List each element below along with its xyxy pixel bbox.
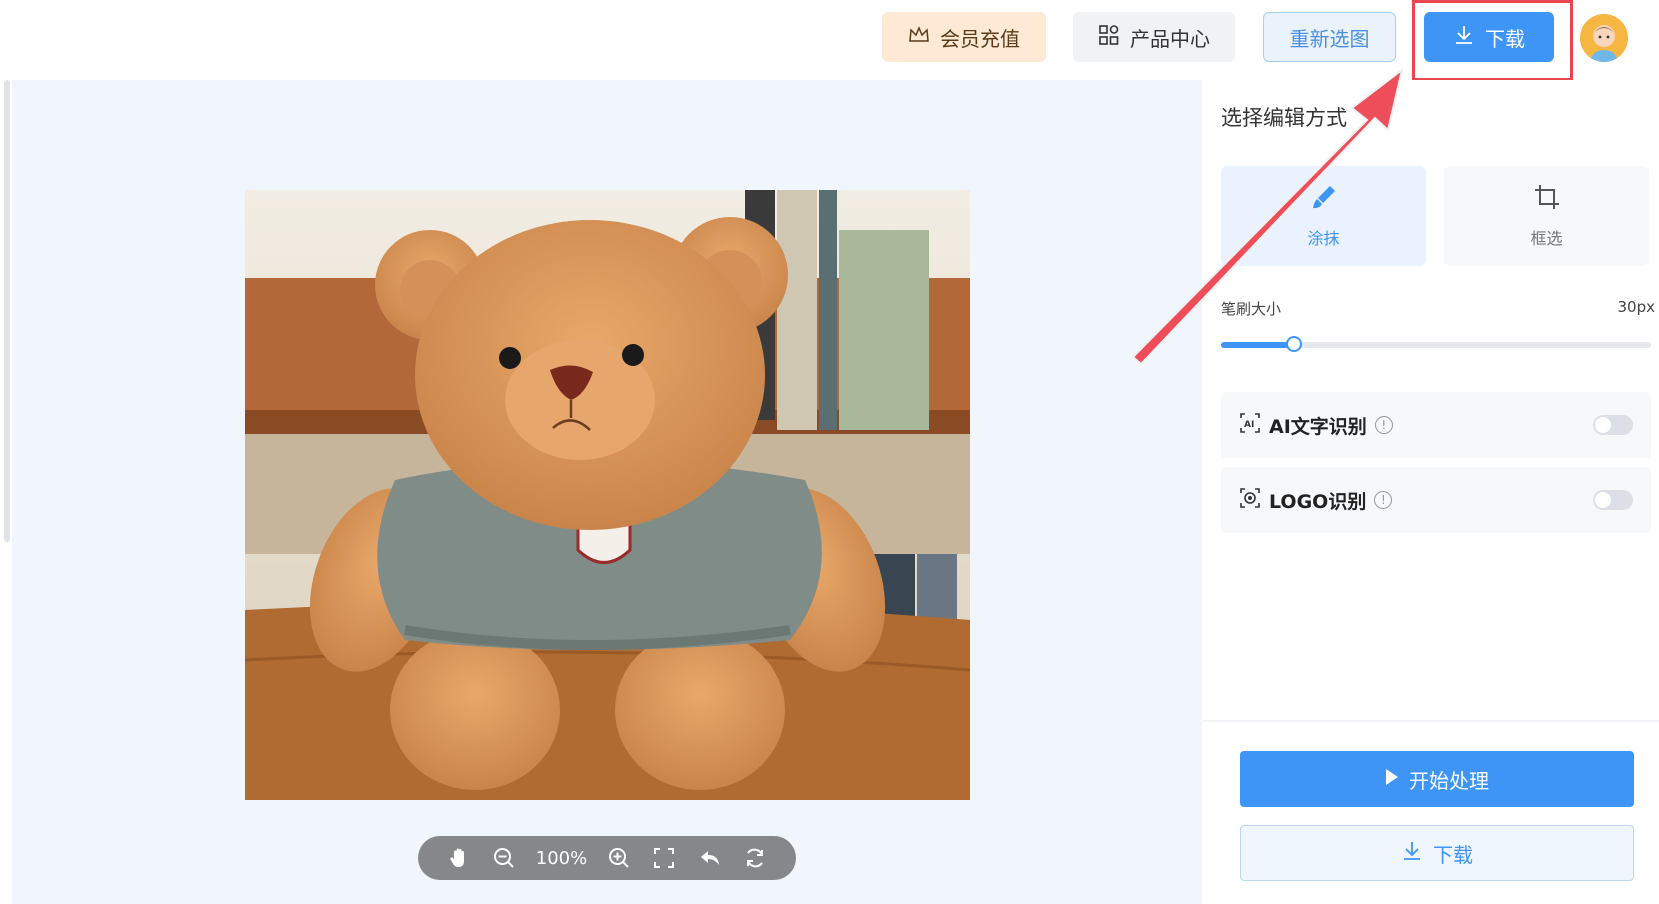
play-icon	[1385, 767, 1399, 791]
zoom-out-icon[interactable]	[490, 844, 518, 872]
ai-text-toggle[interactable]	[1593, 415, 1633, 435]
undo-icon[interactable]	[696, 844, 724, 872]
crown-icon	[908, 25, 930, 50]
product-label: 产品中心	[1130, 26, 1210, 51]
mode-smear-label: 涂抹	[1307, 229, 1340, 248]
zoom-in-icon[interactable]	[605, 844, 633, 872]
teddy-bear-photo[interactable]	[245, 190, 970, 800]
download-icon	[1401, 840, 1423, 867]
brush-size-value: 30px	[1617, 298, 1656, 316]
download-button-bottom[interactable]: 下载	[1240, 825, 1634, 881]
crop-icon	[1533, 183, 1561, 215]
reselect-label: 重新选图	[1289, 26, 1370, 51]
hand-pan-icon[interactable]	[445, 844, 473, 872]
panel-divider	[1203, 720, 1659, 722]
svg-text:AI: AI	[1244, 420, 1254, 430]
start-label: 开始处理	[1409, 768, 1489, 793]
zoom-level: 100%	[535, 847, 588, 869]
panel-title: 选择编辑方式	[1221, 106, 1347, 130]
mode-box-label: 框选	[1530, 229, 1563, 248]
left-scrollbar[interactable]	[4, 80, 10, 542]
slider-knob[interactable]	[1286, 336, 1303, 352]
fullscreen-icon[interactable]	[650, 844, 678, 872]
product-center-button[interactable]: 产品中心	[1073, 12, 1235, 62]
top-header: 会员充值 产品中心 重新选图 下载	[0, 0, 1659, 81]
info-icon[interactable]: !	[1374, 491, 1393, 509]
user-avatar[interactable]	[1580, 14, 1628, 62]
start-processing-button[interactable]: 开始处理	[1240, 751, 1634, 807]
logo-toggle[interactable]	[1593, 490, 1633, 510]
info-icon[interactable]: !	[1374, 416, 1393, 434]
ai-text-recognition-row: AI AI文字识别 !	[1221, 392, 1651, 458]
download-bottom-label: 下载	[1433, 842, 1473, 867]
brush-size-slider[interactable]	[1221, 336, 1651, 352]
canvas-toolbar: 100%	[418, 836, 796, 880]
logo-label: LOGO识别	[1269, 490, 1367, 513]
brush-icon	[1310, 183, 1338, 215]
logo-scan-icon	[1239, 487, 1261, 514]
ai-text-label: AI文字识别	[1269, 415, 1367, 438]
grid-icon	[1098, 24, 1120, 51]
slider-fill	[1221, 342, 1295, 348]
vip-label: 会员充值	[940, 26, 1020, 51]
edit-panel: 选择编辑方式 涂抹 框选 笔刷大小 30px AI AI文字识别 ! LOGO识…	[1203, 80, 1659, 904]
brush-size-label: 笔刷大小	[1221, 300, 1282, 318]
logo-recognition-row: LOGO识别 !	[1221, 467, 1651, 533]
vip-recharge-button[interactable]: 会员充值	[882, 12, 1046, 62]
ai-text-icon: AI	[1239, 412, 1261, 439]
refresh-icon[interactable]	[741, 844, 769, 872]
mode-smear[interactable]: 涂抹	[1221, 166, 1426, 266]
highlight-box	[1412, 0, 1573, 81]
reselect-image-button[interactable]: 重新选图	[1263, 12, 1396, 62]
mode-box-select[interactable]: 框选	[1444, 166, 1649, 266]
